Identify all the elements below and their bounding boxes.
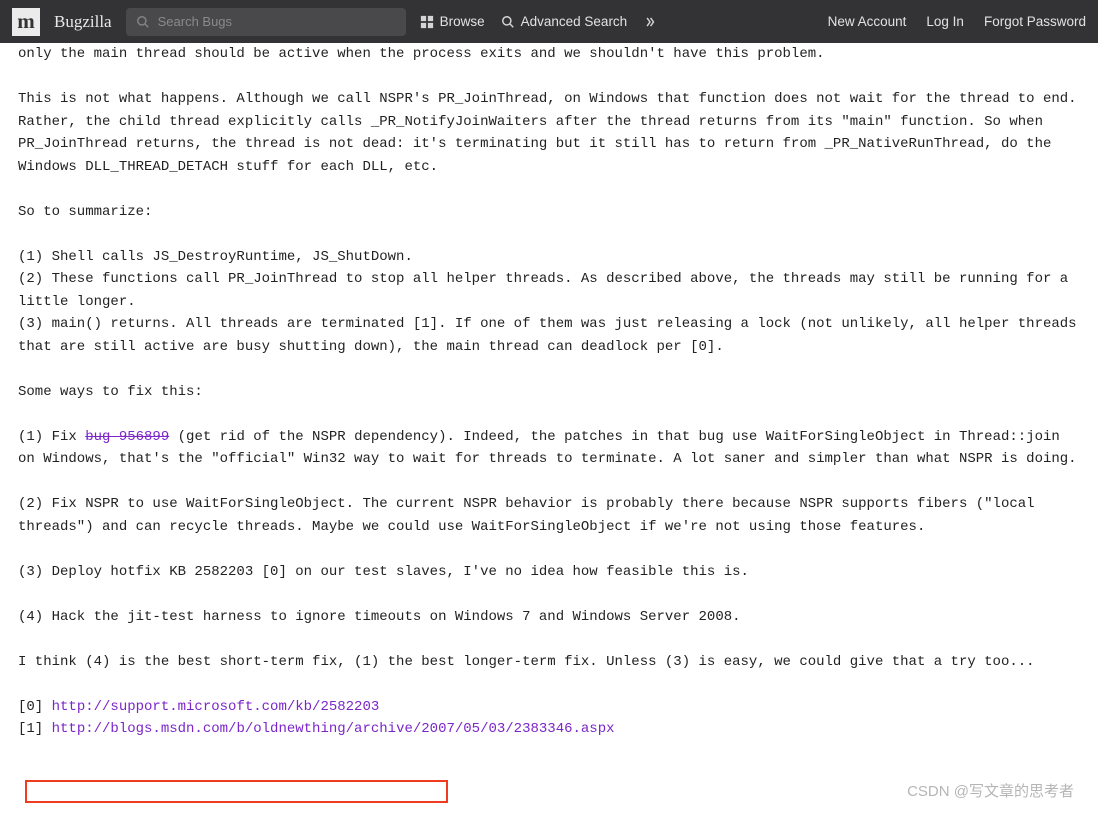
grid-icon	[420, 15, 434, 29]
comment-text: This is not what happens. Although we ca…	[18, 91, 1085, 175]
auth-links: New Account Log In Forgot Password	[828, 14, 1086, 29]
comment-text: (3) main() returns. All threads are term…	[18, 316, 1085, 355]
comment-body: only the main thread should be active wh…	[0, 43, 1098, 741]
chevron-double-right-icon	[643, 15, 657, 29]
search-input[interactable]	[158, 14, 396, 29]
comment-text: (1) Fix	[18, 429, 85, 445]
comment-text: [0]	[18, 699, 52, 715]
nav-advanced-label: Advanced Search	[521, 14, 628, 29]
comment-text: (4) Hack the jit-test harness to ignore …	[18, 609, 741, 625]
search-box[interactable]	[126, 8, 406, 36]
comment-text: I think (4) is the best short-term fix, …	[18, 654, 1035, 670]
mozilla-logo[interactable]: m	[12, 8, 40, 36]
comment-text: (3) Deploy hotfix KB 2582203 [0] on our …	[18, 564, 749, 580]
comment-text: [1]	[18, 721, 52, 737]
comment-text: only the main thread should be active wh…	[18, 46, 825, 62]
nav-items: Browse Advanced Search	[420, 14, 658, 29]
nav-browse-label: Browse	[440, 14, 485, 29]
nav-more[interactable]	[643, 15, 657, 29]
annotation-highlight-box	[25, 780, 448, 803]
nav-browse[interactable]: Browse	[420, 14, 485, 29]
comment-text: So to summarize:	[18, 204, 152, 220]
comment-text: (2) Fix NSPR to use WaitForSingleObject.…	[18, 496, 1043, 535]
brand-label[interactable]: Bugzilla	[54, 12, 112, 32]
bug-link-956899[interactable]: bug 956899	[85, 429, 169, 445]
comment-text: (get rid of the NSPR dependency). Indeed…	[18, 429, 1077, 468]
search-plus-icon	[501, 15, 515, 29]
watermark: CSDN @写文章的思考者	[907, 780, 1074, 801]
comment-text: Some ways to fix this:	[18, 384, 203, 400]
new-account-link[interactable]: New Account	[828, 14, 907, 29]
forgot-password-link[interactable]: Forgot Password	[984, 14, 1086, 29]
login-link[interactable]: Log In	[926, 14, 964, 29]
app-header: m Bugzilla Browse Advanced Search New Ac…	[0, 0, 1098, 43]
comment-text: (2) These functions call PR_JoinThread t…	[18, 271, 1077, 310]
comment-text: (1) Shell calls JS_DestroyRuntime, JS_Sh…	[18, 249, 413, 265]
search-icon	[136, 15, 150, 29]
nav-advanced-search[interactable]: Advanced Search	[501, 14, 628, 29]
reference-link-1[interactable]: http://blogs.msdn.com/b/oldnewthing/arch…	[52, 721, 615, 737]
reference-link-0[interactable]: http://support.microsoft.com/kb/2582203	[52, 699, 380, 715]
